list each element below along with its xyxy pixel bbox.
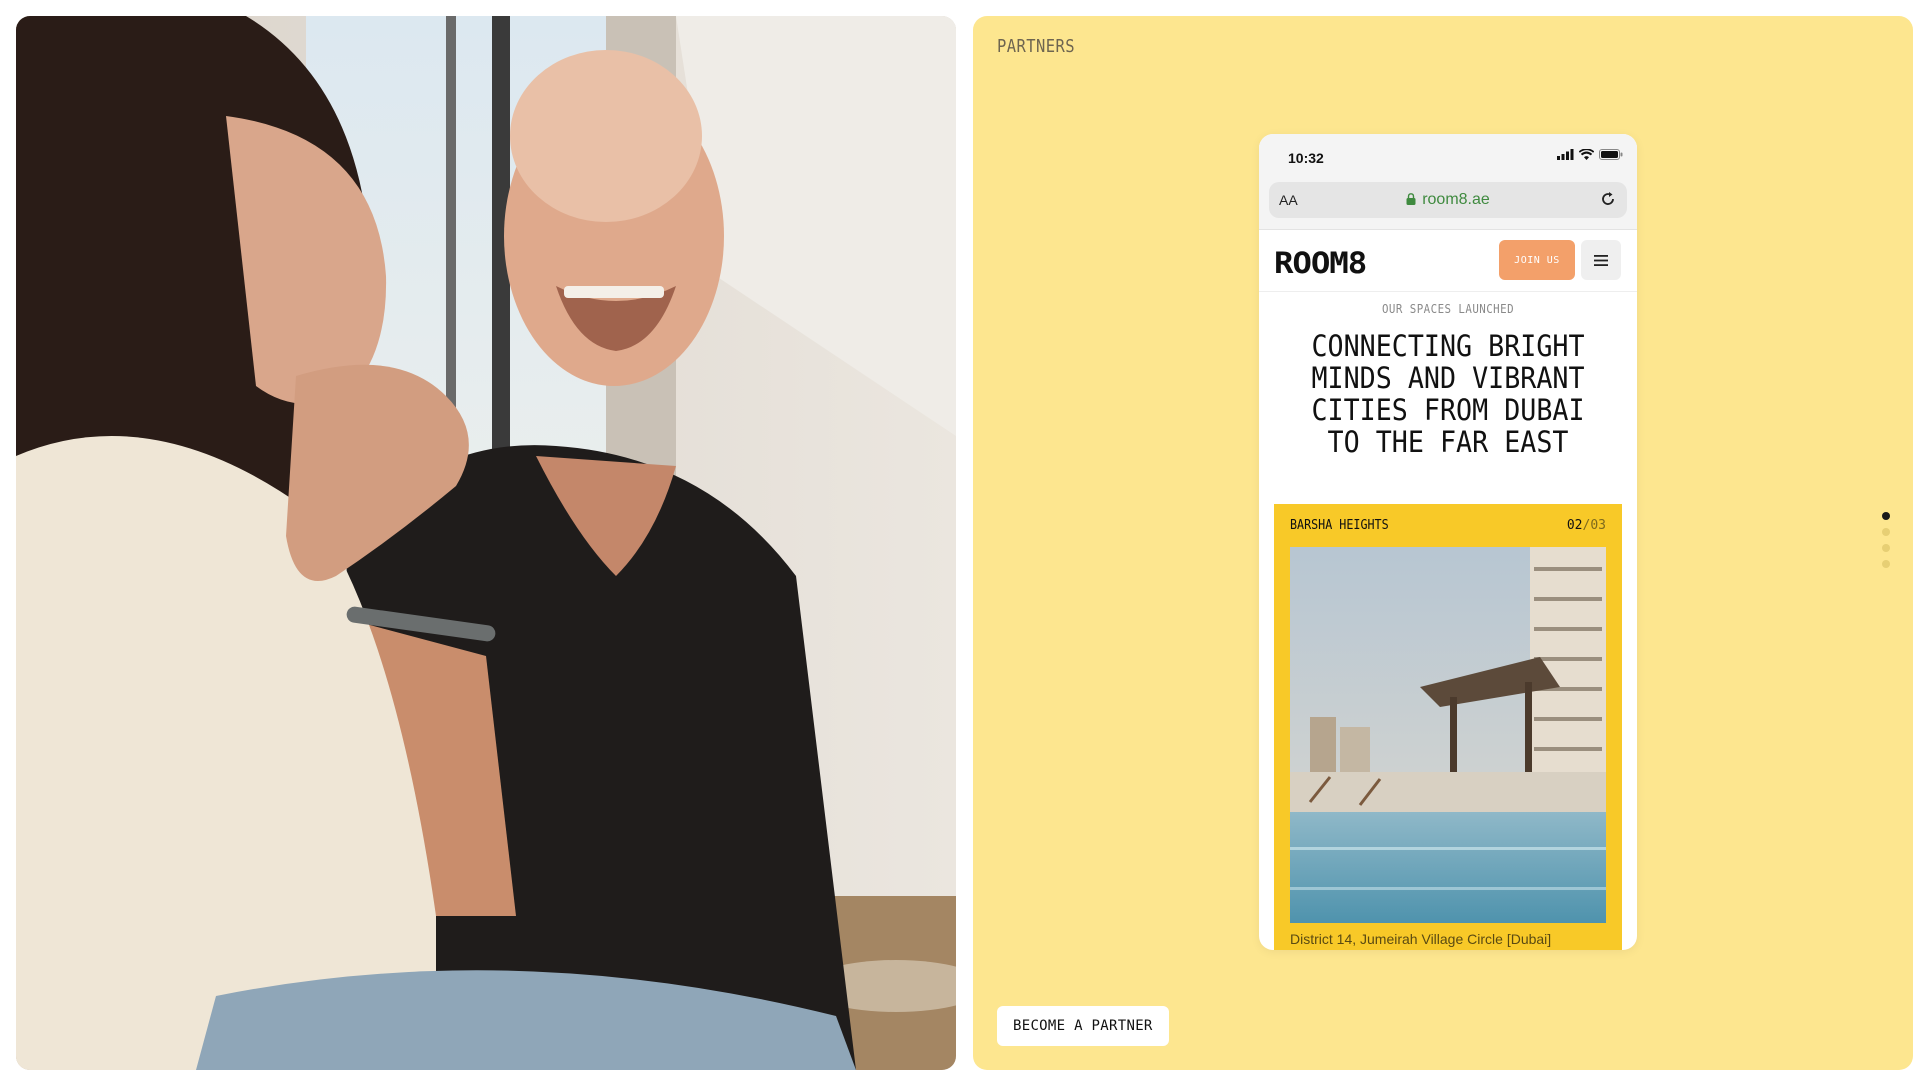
room8-logo[interactable]: ROOM8 xyxy=(1274,246,1367,280)
partners-panel: PARTNERS 10:32 AA room8.ae ROOM8 JOIN US… xyxy=(973,16,1913,1070)
rooftop-pool-photo xyxy=(1290,547,1606,923)
hero-headline: CONNECTING BRIGHT MINDS AND VIBRANT CITI… xyxy=(1311,329,1585,459)
hamburger-menu-icon xyxy=(1594,254,1608,266)
become-partner-button[interactable]: BECOME A PARTNER xyxy=(997,1006,1169,1046)
hero-photo xyxy=(16,16,956,1070)
menu-button[interactable] xyxy=(1581,240,1621,280)
location-card[interactable]: BARSHA HEIGHTS 02/03 District 14, Jumeir… xyxy=(1274,504,1622,950)
site-header: ROOM8 JOIN US xyxy=(1259,230,1637,292)
location-photo xyxy=(1290,547,1606,923)
section-kicker: OUR SPACES LAUNCHED xyxy=(1381,302,1515,316)
photo-two-people-laughing xyxy=(16,16,956,1070)
pager-dot[interactable] xyxy=(1882,544,1890,552)
slide-pager xyxy=(1882,512,1890,568)
reload-icon[interactable] xyxy=(1599,190,1617,208)
battery-icon xyxy=(1599,149,1623,160)
pager-dot[interactable] xyxy=(1882,528,1890,536)
section-title: PARTNERS xyxy=(997,36,1076,57)
address-bar[interactable]: AA room8.ae xyxy=(1269,182,1627,218)
wifi-icon xyxy=(1579,149,1594,160)
slide-counter: 02/03 xyxy=(1567,518,1606,533)
phone-mockup: 10:32 AA room8.ae ROOM8 JOIN US OUR SPAC… xyxy=(1259,134,1637,950)
join-us-button[interactable]: JOIN US xyxy=(1499,240,1575,280)
url-text: room8.ae xyxy=(1422,191,1490,208)
pager-dot[interactable] xyxy=(1882,560,1890,568)
location-address: District 14, Jumeirah Village Circle [Du… xyxy=(1290,931,1552,947)
pager-dot[interactable] xyxy=(1882,512,1890,520)
signal-icon xyxy=(1557,149,1574,160)
status-time: 10:32 xyxy=(1288,150,1324,166)
url-field[interactable]: room8.ae xyxy=(1269,191,1627,209)
slide-current: 02 xyxy=(1566,518,1583,533)
location-name: BARSHA HEIGHTS xyxy=(1290,518,1389,533)
slide-total: 03 xyxy=(1590,518,1606,533)
status-icons xyxy=(1557,149,1623,160)
lock-icon xyxy=(1406,193,1416,205)
browser-chrome: 10:32 AA room8.ae xyxy=(1259,134,1637,230)
